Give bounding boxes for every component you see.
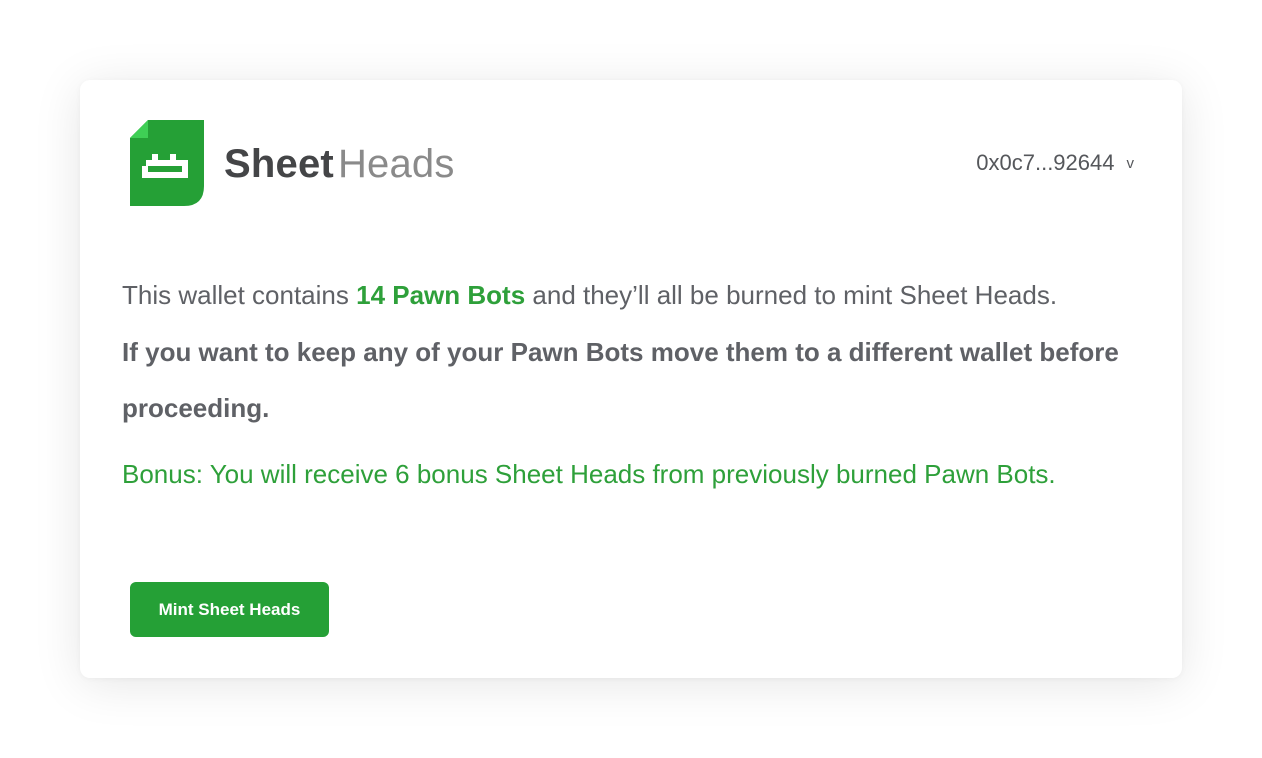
intro-text-end: and they’ll all be burned to mint Sheet … [525,280,1058,310]
intro-text-start: This wallet contains [122,280,357,310]
bonus-text: Bonus: You will receive 6 bonus Sheet He… [122,459,1056,489]
warning-text: If you want to keep any of your Pawn Bot… [122,337,1119,423]
brand-name-sheet: Sheet [224,142,334,186]
mint-sheet-heads-button[interactable]: Mint Sheet Heads [130,582,329,637]
wallet-contents-text: This wallet contains 14 Pawn Bots and th… [122,268,1152,322]
wallet-selector[interactable]: 0x0c7...92644 v [976,148,1134,178]
pawn-bot-count: 14 Pawn Bots [356,280,526,310]
brand-name: Sheet Heads [224,140,455,188]
chevron-down-icon: v [1126,155,1135,172]
brand-name-heads: Heads [337,142,455,186]
mint-message: This wallet contains 14 Pawn Bots and th… [122,268,1152,494]
wallet-address: 0x0c7...92644 [976,150,1115,175]
sheet-bot-logo-icon [130,120,204,206]
mint-card: Sheet Heads 0x0c7...92644 v This wallet c… [80,80,1182,678]
